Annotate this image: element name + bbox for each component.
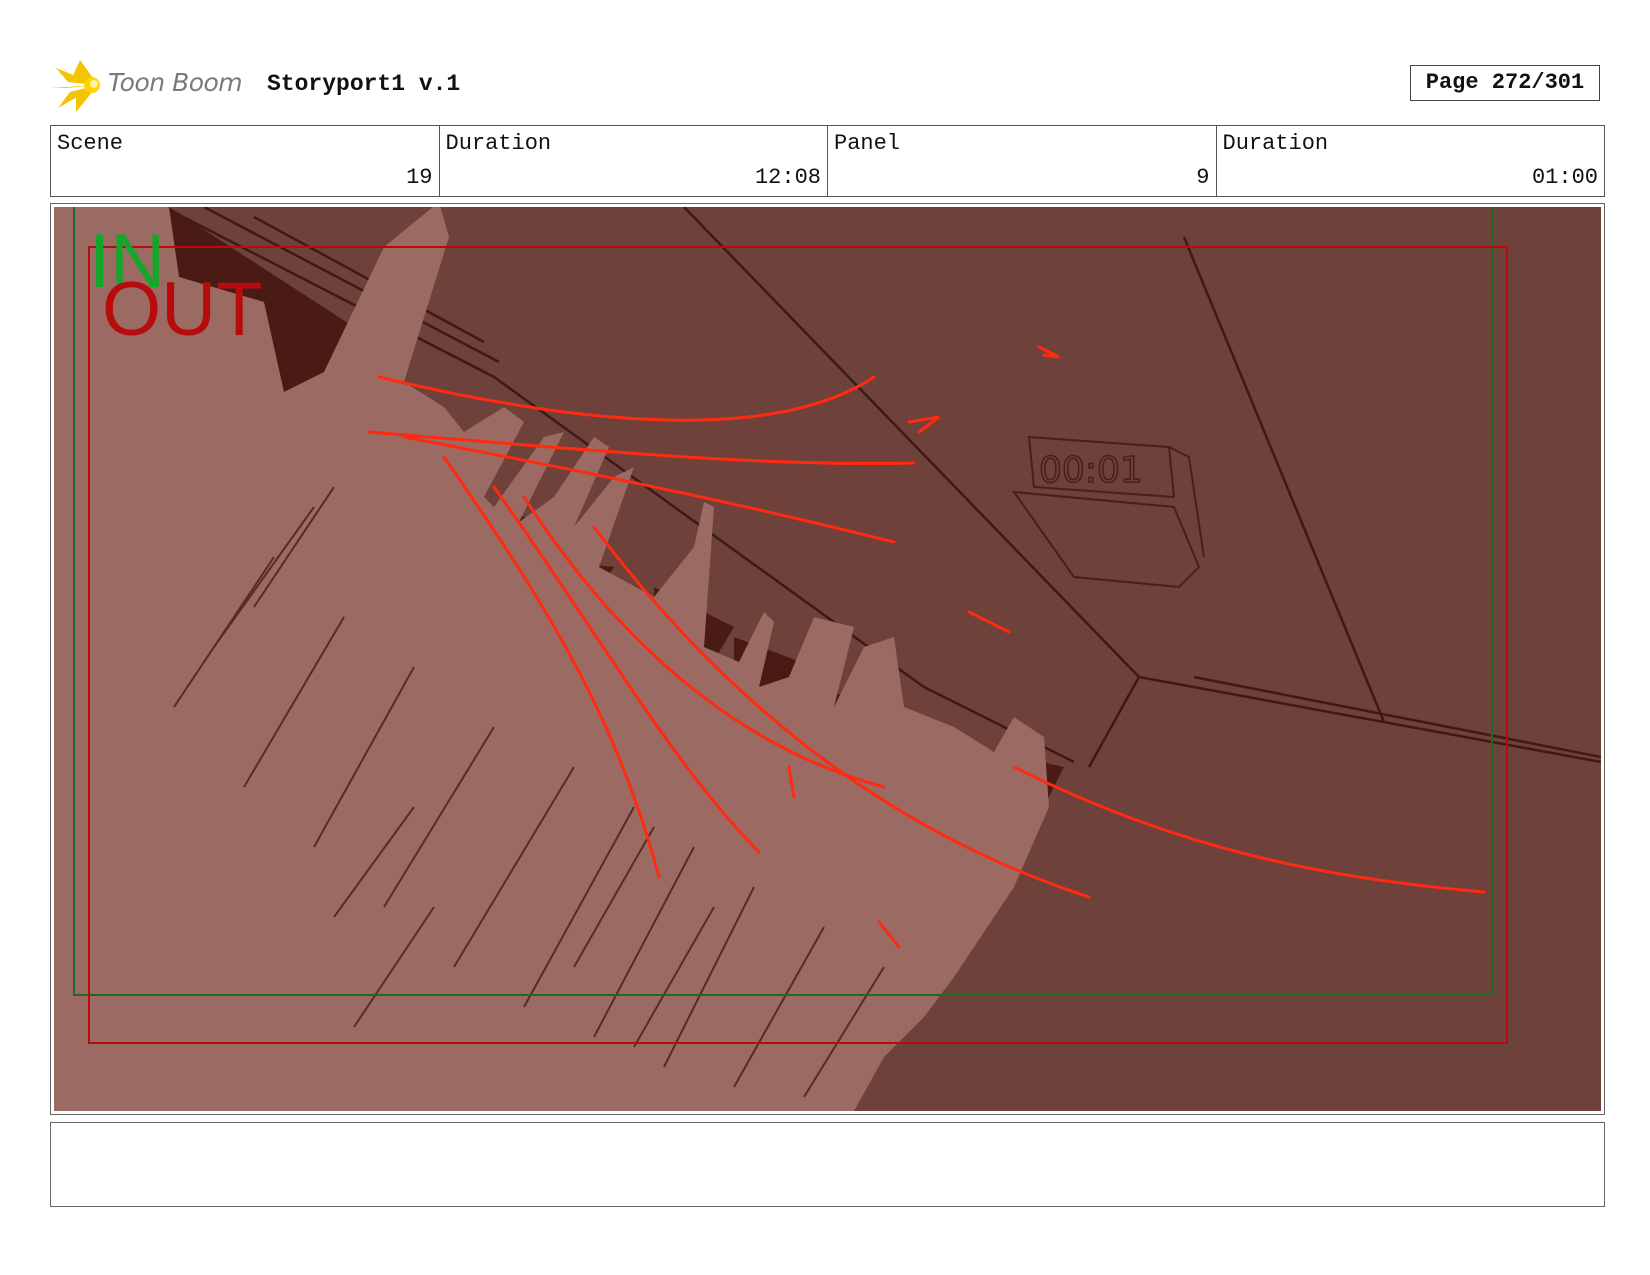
panel-duration-value: 01:00 [1531, 165, 1598, 190]
storyboard-panel-image: 00:01 IN OUT [54, 207, 1601, 1111]
scene-cell: Scene 19 [51, 126, 440, 196]
document-title: Storyport1 v.1 [267, 71, 461, 97]
panel-value: 9 [1196, 165, 1210, 190]
scene-label: Scene [57, 131, 124, 156]
panel-notes-box [50, 1122, 1605, 1207]
panel-info-table: Scene 19 Duration 12:08 Panel 9 Duration… [50, 125, 1605, 197]
timer-display: 00:01 [1039, 450, 1143, 491]
page-indicator: Page 272/301 [1410, 65, 1600, 101]
panel-duration-cell: Duration 01:00 [1217, 126, 1605, 196]
starburst-icon [50, 60, 100, 112]
brand-name: Toon Boom [108, 68, 243, 97]
scene-duration-cell: Duration 12:08 [440, 126, 828, 196]
panel-cell: Panel 9 [828, 126, 1217, 196]
panel-label: Panel [834, 131, 901, 156]
scene-value: 19 [406, 165, 433, 190]
page-header: Toon Boom Storyport1 v.1 Page 272/301 [50, 55, 1605, 115]
scene-duration-label: Duration [445, 131, 552, 156]
scene-duration-value: 12:08 [754, 165, 821, 190]
toon-boom-logo: Toon Boom [50, 58, 250, 112]
out-marker: OUT [102, 267, 262, 352]
panel-drawing: 00:01 IN OUT [54, 207, 1601, 1111]
panel-duration-label: Duration [1222, 131, 1329, 156]
